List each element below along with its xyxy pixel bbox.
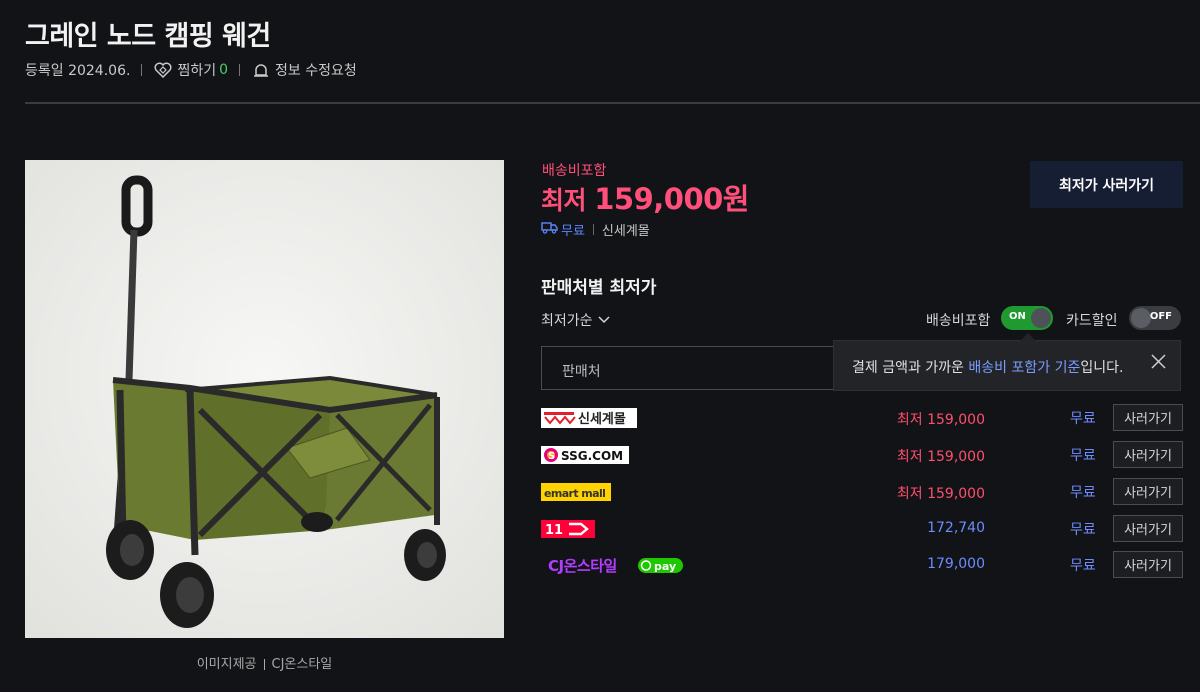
lowest-price-value: 159,000원 [594,182,749,216]
shipping-toggle[interactable]: ON [1001,306,1053,330]
svg-text:신세계몰: 신세계몰 [578,412,626,427]
wishlist-label: 찜하기 [177,63,217,79]
divider [263,659,265,670]
offer-row: 11 172,740 무료 사러가기 [541,515,1183,542]
report-edit-button[interactable]: 정보 수정요청 [251,60,357,80]
image-credit-label: 이미지제공 [196,657,257,672]
offers-section-title: 판매처별 최저가 [541,278,657,298]
svg-text:11: 11 [545,523,563,538]
tooltip-highlight: 배송비 포함가 기준 [968,360,1081,376]
header-divider [25,102,1200,104]
offer-shipping: 무료 [1070,522,1096,538]
image-credit-source: CJ온스타일 [271,657,333,672]
chevron-down-icon [598,316,610,324]
svg-text:pay: pay [654,560,676,573]
shipping-toggle-state: ON [1009,311,1026,322]
card-toggle-state: OFF [1149,311,1172,322]
report-label: 정보 수정요청 [275,63,357,79]
offer-price: 최저 159,000 [896,412,985,428]
offer-row: S SSG.COM 최저 159,000 무료 사러가기 [541,441,1183,468]
buy-button[interactable]: 사러가기 [1113,404,1183,431]
divider [141,64,143,76]
svg-text:SSG.COM: SSG.COM [561,449,623,463]
tooltip-text-before: 결제 금액과 가까운 [852,360,969,376]
offer-price: 179,000 [927,556,985,572]
tooltip-text-after: 입니다. [1080,360,1124,376]
svg-text:emart mall: emart mall [544,487,605,500]
close-icon[interactable] [1151,354,1166,373]
offer-shipping: 무료 [1070,558,1096,574]
ssg-com-logo[interactable]: S SSG.COM [541,441,629,468]
sort-dropdown[interactable]: 최저가순 [541,310,610,330]
sort-label: 최저가순 [541,313,593,329]
heart-icon [153,60,173,80]
toggle-knob [1131,308,1151,328]
11st-logo[interactable]: 11 [541,515,595,542]
product-meta: 등록일 2024.06. 찜하기 0 정보 수정요청 [25,60,357,80]
buy-button[interactable]: 사러가기 [1113,551,1183,578]
divider [239,64,240,76]
card-toggle-label: 카드할인 [1066,313,1118,329]
offer-price: 최저 159,000 [896,486,985,502]
shipping-free: 무료 [561,224,585,239]
buy-button[interactable]: 사러가기 [1113,478,1183,505]
store-filter[interactable]: 판매처 [541,346,841,390]
divider [592,224,594,235]
offer-row: 신세계몰 최저 159,000 무료 사러가기 [541,404,1183,431]
wishlist-button[interactable]: 찜하기 0 [153,60,228,80]
shipping-toggle-label: 배송비포함 [926,313,991,329]
store-filter-placeholder: 판매처 [562,364,601,380]
shipping-tooltip: 결제 금액과 가까운 배송비 포함가 기준입니다. [833,333,1181,391]
shipping-info: 무료 신세계몰 [541,220,650,239]
page-title: 그레인 노드 캠핑 웨건 [25,21,271,52]
emart-mall-logo[interactable]: emart mall [541,478,611,505]
offer-shipping: 무료 [1070,485,1096,501]
lowest-price-prefix: 최저 [541,186,595,215]
product-image[interactable] [25,160,504,638]
offer-price: 최저 159,000 [896,449,985,465]
svg-text:S: S [548,451,555,462]
offer-shipping: 무료 [1070,448,1096,464]
buy-lowest-button[interactable]: 최저가 사러가기 [1030,161,1183,208]
svg-text:CJ온스타일: CJ온스타일 [548,557,617,575]
wishlist-count: 0 [219,62,228,78]
offer-shipping: 무료 [1070,411,1096,427]
offer-row: CJ온스타일 pay 179,000 무료 사러가기 [541,551,1183,578]
cj-onstyle-logo[interactable]: CJ온스타일 pay [541,551,687,578]
shinsegae-mall-logo[interactable]: 신세계몰 [541,404,637,431]
truck-icon [541,221,558,238]
offer-row: emart mall 최저 159,000 무료 사러가기 [541,478,1183,505]
bell-icon [251,60,271,80]
toggle-knob [1031,308,1051,328]
offer-price: 172,740 [927,520,985,536]
registered-date: 등록일 2024.06. [25,63,131,79]
lowest-price: 최저 159,000원 [541,176,749,218]
image-credit: 이미지제공 CJ온스타일 [25,653,504,672]
lowest-store: 신세계몰 [601,224,650,239]
buy-button[interactable]: 사러가기 [1113,515,1183,542]
buy-button[interactable]: 사러가기 [1113,441,1183,468]
card-discount-toggle[interactable]: OFF [1129,306,1181,330]
